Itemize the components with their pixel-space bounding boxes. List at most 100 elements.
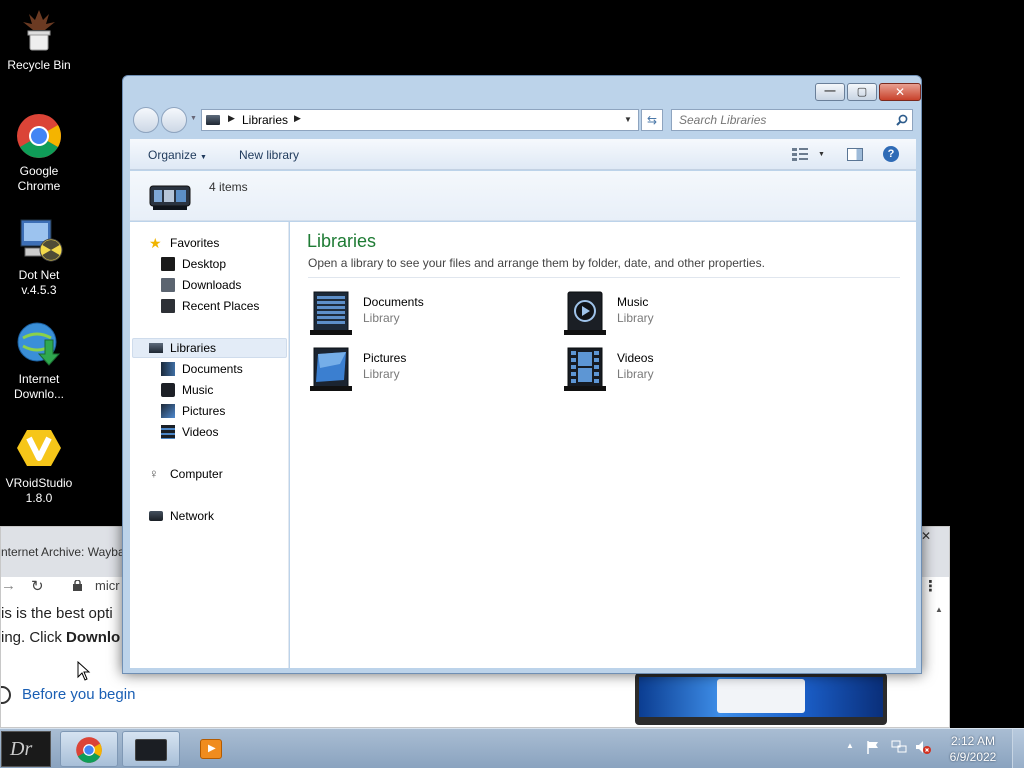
- desktop-icon-label: Downlo...: [13, 387, 65, 401]
- desktop-icon-label: Recycle Bin: [7, 58, 71, 72]
- desktop-icon-label: Internet: [18, 372, 60, 386]
- system-clock[interactable]: 2:12 AM 6/9/2022: [944, 733, 1002, 765]
- browser-download-text: Downlo: [66, 629, 121, 646]
- library-item-videos[interactable]: Videos Library: [564, 344, 784, 396]
- desktop-icon-label: Google: [19, 164, 59, 178]
- taskbar-media-player[interactable]: ▶: [186, 731, 244, 767]
- documents-library-icon: [161, 362, 175, 376]
- recent-places-icon: [161, 299, 175, 313]
- documents-library-icon: [310, 290, 354, 336]
- chevron-down-icon: ▼: [200, 154, 207, 161]
- taskbar-chrome[interactable]: [60, 731, 118, 767]
- browser-tab-title[interactable]: nternet Archive: Wayba: [1, 545, 125, 559]
- videos-library-icon: [161, 425, 175, 439]
- vroid-studio-icon: [15, 424, 63, 472]
- lock-icon: [73, 579, 82, 591]
- search-icon[interactable]: [896, 114, 908, 129]
- search-box[interactable]: [671, 109, 913, 131]
- breadcrumb-arrow-icon[interactable]: ▶: [294, 113, 301, 124]
- minimize-button[interactable]: —: [815, 83, 845, 101]
- library-item-type: Library: [617, 311, 654, 325]
- library-item-music[interactable]: Music Library: [564, 288, 784, 340]
- desktop-icon-label: 1.8.0: [25, 491, 53, 505]
- nav-item-label: Recent Places: [182, 299, 260, 313]
- explorer-title-bar[interactable]: — ▢ ✕: [123, 76, 921, 104]
- internet-download-manager-icon: [15, 320, 63, 368]
- computer-icon: ♀: [149, 466, 159, 481]
- browser-close-icon[interactable]: ✕: [921, 529, 931, 543]
- nav-item-label: Desktop: [182, 257, 227, 271]
- close-button[interactable]: ✕: [879, 83, 921, 101]
- breadcrumb-arrow-icon[interactable]: ▶: [228, 113, 235, 124]
- maximize-button[interactable]: ▢: [847, 83, 877, 101]
- downloads-folder-icon: [161, 278, 175, 292]
- mouse-cursor-icon: [77, 660, 91, 685]
- browser-text-fragment: ing. Click: [1, 629, 67, 646]
- windows11-thumbnail: [635, 673, 887, 725]
- page-title: Libraries: [307, 231, 377, 251]
- browser-menu-icon[interactable]: ⋮: [923, 577, 938, 595]
- breadcrumb-libraries[interactable]: Libraries: [242, 113, 288, 127]
- browser-url[interactable]: micr: [95, 578, 120, 593]
- nav-item-label: Videos: [182, 425, 219, 439]
- volume-muted-icon[interactable]: [915, 740, 931, 754]
- browser-text-line: is is the best opti: [1, 605, 113, 622]
- chrome-icon: [75, 736, 103, 767]
- desktop-icon-dotnet[interactable]: Dot Net v.4.5.3: [0, 216, 78, 298]
- forward-icon[interactable]: →: [1, 577, 16, 594]
- nav-item-label: Pictures: [182, 404, 226, 418]
- desktop-icon-label: VRoidStudio: [5, 476, 73, 490]
- taskbar-explorer[interactable]: [122, 731, 180, 767]
- search-input[interactable]: [672, 110, 882, 130]
- videos-library-icon: [564, 346, 608, 392]
- start-button[interactable]: Dr: [1, 731, 51, 767]
- desktop-icon-idm[interactable]: Internet Downlo...: [0, 320, 78, 402]
- library-item-pictures[interactable]: Pictures Library: [310, 344, 530, 396]
- organize-label: Organize: [148, 148, 197, 162]
- network-icon: [149, 511, 163, 521]
- new-library-button[interactable]: New library: [239, 148, 299, 162]
- nav-network-label: Network: [170, 509, 215, 523]
- media-player-icon: ▶: [200, 739, 222, 759]
- explorer-icon: [135, 739, 167, 761]
- show-desktop-button[interactable]: [1012, 729, 1024, 768]
- help-icon[interactable]: ?: [883, 146, 899, 162]
- chrome-icon: [15, 112, 63, 160]
- address-history-chevron-icon[interactable]: ▼: [624, 115, 632, 124]
- library-item-documents[interactable]: Documents Library: [310, 288, 530, 340]
- libraries-small-icon: [206, 115, 220, 125]
- action-center-flag-icon[interactable]: [866, 740, 880, 754]
- recent-pages-chevron-icon[interactable]: ▼: [190, 115, 197, 122]
- pictures-library-icon: [161, 404, 175, 418]
- desktop-icon-recycle-bin[interactable]: Recycle Bin: [0, 6, 78, 73]
- nav-libraries-label: Libraries: [170, 341, 217, 355]
- browser-text-line: ing. Click Downlo: [1, 629, 120, 646]
- refresh-button[interactable]: ⇆: [641, 109, 663, 131]
- item-count: 4 items: [209, 180, 248, 194]
- libraries-icon: [149, 343, 163, 353]
- clock-date: 6/9/2022: [949, 750, 997, 764]
- forward-button[interactable]: [161, 107, 187, 133]
- change-view-icon[interactable]: [792, 148, 808, 164]
- info-circle-icon: [1, 686, 11, 704]
- reload-icon[interactable]: ↻: [31, 577, 44, 595]
- nav-item-label: Documents: [182, 362, 243, 376]
- scroll-up-icon[interactable]: ▲: [935, 605, 943, 614]
- library-item-type: Library: [363, 367, 400, 381]
- nav-favorites-label: Favorites: [170, 236, 220, 250]
- back-button[interactable]: [133, 107, 159, 133]
- network-status-icon[interactable]: [891, 740, 907, 754]
- preview-pane-icon[interactable]: [847, 148, 863, 161]
- explorer-window[interactable]: — ▢ ✕ ▼ ▶ Libraries ▶ ▼ ⇆ Organize ▼ New…: [122, 75, 922, 674]
- content-pane: Libraries Open a library to see your fil…: [290, 222, 916, 668]
- view-options-chevron-icon[interactable]: ▼: [818, 151, 825, 158]
- desktop-icon-vroid[interactable]: VRoidStudio 1.8.0: [0, 424, 78, 506]
- organize-button[interactable]: Organize ▼: [148, 148, 207, 162]
- address-bar[interactable]: ▶ Libraries ▶ ▼: [201, 109, 639, 131]
- music-library-icon: [161, 383, 175, 397]
- library-item-name: Videos: [617, 351, 654, 365]
- desktop-folder-icon: [161, 257, 175, 271]
- desktop-icon-chrome[interactable]: Google Chrome: [0, 112, 78, 194]
- show-hidden-icons-button[interactable]: ▲: [846, 741, 854, 750]
- before-you-begin-link[interactable]: Before you begin: [22, 686, 135, 703]
